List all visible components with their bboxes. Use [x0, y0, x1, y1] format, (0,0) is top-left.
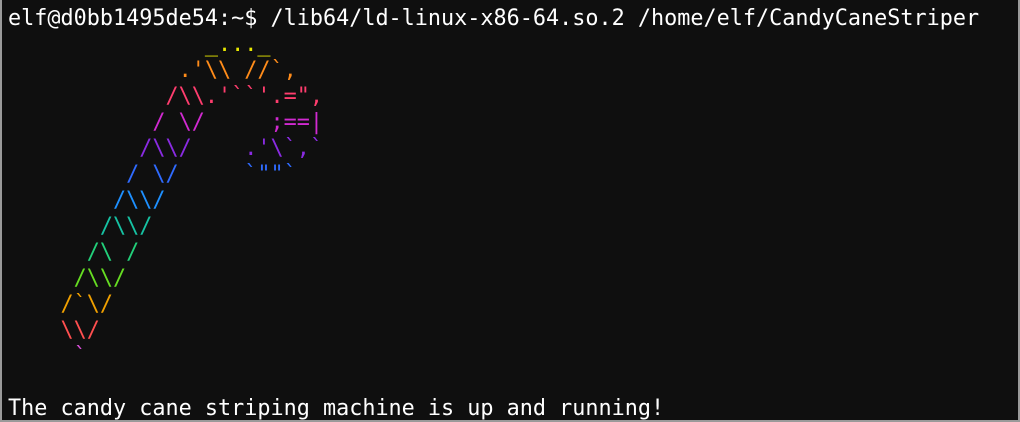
- ascii-art-row: /\\/: [8, 214, 323, 240]
- ascii-art-segment: /\\/: [60, 188, 166, 213]
- ascii-art-segment: .'\\ //`,: [60, 58, 297, 83]
- ascii-art-row: /\\/ .'\`,`: [8, 136, 323, 162]
- status-message: The candy cane striping machine is up an…: [8, 396, 665, 421]
- ascii-art-row: .'\\ //`,: [8, 58, 323, 84]
- ascii-art-row: / \/ ;==|: [8, 110, 323, 136]
- ascii-art-segment: /\ /: [60, 240, 140, 265]
- ascii-art-segment: `: [60, 344, 87, 369]
- command-prompt-line: elf@d0bb1495de54:~$ /lib64/ld-linux-x86-…: [8, 6, 980, 31]
- ascii-art-segment: /\\/ .'\`,`: [60, 136, 323, 161]
- ascii-art-segment: / \/ `""`: [60, 162, 297, 187]
- ascii-art-row: _..._: [8, 32, 323, 58]
- ascii-art-row: \\/: [8, 318, 323, 344]
- ascii-art-row: /\\.'``'.=",: [8, 84, 323, 110]
- ascii-art-segment: _..._: [204, 32, 271, 57]
- terminal-window[interactable]: elf@d0bb1495de54:~$ /lib64/ld-linux-x86-…: [0, 0, 1020, 422]
- ascii-art-segment: /\\.'``'.=",: [60, 84, 323, 109]
- ascii-art-row: / \/ `""`: [8, 162, 323, 188]
- ascii-art-row: /\ /: [8, 240, 323, 266]
- ascii-art-segment: \\/: [60, 318, 100, 343]
- ascii-art-row: /`\/: [8, 292, 323, 318]
- ascii-art-row: /\\/: [8, 188, 323, 214]
- ascii-art-row: `: [8, 344, 323, 370]
- ascii-art-segment: /\\/: [60, 266, 127, 291]
- ascii-art-segment: [61, 32, 205, 57]
- ascii-art-row: /\\/: [8, 266, 323, 292]
- ascii-art-segment: /\\/: [60, 214, 153, 239]
- ascii-art-segment: /`\/: [60, 292, 114, 317]
- ascii-art-segment: / \/ ;==|: [60, 110, 323, 135]
- candy-cane-ascii-art: _..._ .'\\ //`, /\\.'``'.=", / \/ ;==| /…: [8, 32, 323, 370]
